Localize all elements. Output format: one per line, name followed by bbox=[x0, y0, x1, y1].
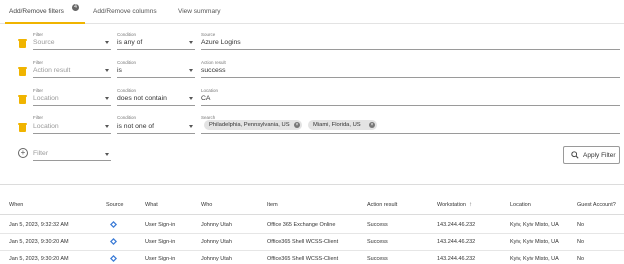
tab-add-remove-columns[interactable]: Add/Remove columns bbox=[93, 8, 157, 15]
column-header-guest-account[interactable]: Guest Account? bbox=[577, 202, 616, 208]
filter-row: Filter Location Condition is not one of … bbox=[0, 115, 624, 141]
azure-icon bbox=[110, 221, 117, 228]
delete-filter-icon[interactable] bbox=[18, 95, 27, 104]
filter-field-select[interactable]: Filter Location bbox=[33, 115, 111, 134]
condition-select[interactable]: Condition does not contain bbox=[117, 88, 195, 106]
azure-icon bbox=[110, 238, 117, 245]
plus-icon[interactable]: + bbox=[18, 148, 28, 158]
chevron-down-icon bbox=[189, 125, 193, 128]
active-tab-indicator bbox=[5, 22, 85, 24]
location-search-input[interactable]: Search Philadelphia, Pennsylvania, US × … bbox=[201, 115, 620, 134]
filter-row: Filter Location Condition does not conta… bbox=[0, 88, 624, 114]
tab-add-remove-filters[interactable]: Add/Remove filters bbox=[9, 8, 64, 15]
tab-view-summary[interactable]: View summary bbox=[178, 8, 221, 15]
chevron-down-icon bbox=[105, 69, 109, 72]
apply-filter-button[interactable]: Apply Filter bbox=[563, 146, 620, 164]
remove-chip-icon[interactable]: × bbox=[369, 122, 375, 128]
location-chip[interactable]: Miami, Florida, US × bbox=[308, 120, 377, 130]
chevron-down-icon bbox=[105, 153, 109, 156]
filter-field-select[interactable]: Filter Source bbox=[33, 32, 111, 50]
delete-filter-icon[interactable] bbox=[18, 123, 27, 132]
column-header-what[interactable]: What bbox=[145, 202, 158, 208]
filter-field-select[interactable]: Filter Location bbox=[33, 88, 111, 106]
chevron-down-icon bbox=[105, 97, 109, 100]
search-icon bbox=[571, 151, 579, 159]
remove-chip-icon[interactable]: × bbox=[294, 122, 300, 128]
filter-row: Filter Source Condition is any of Source… bbox=[0, 32, 624, 58]
column-header-workstation[interactable]: Workstation ↑ bbox=[437, 202, 472, 208]
chevron-down-icon bbox=[189, 97, 193, 100]
filter-value-input[interactable]: Source Azure Logins bbox=[201, 32, 620, 50]
chevron-down-icon bbox=[189, 69, 193, 72]
location-chip[interactable]: Philadelphia, Pennsylvania, US × bbox=[204, 120, 302, 130]
condition-select[interactable]: Condition is bbox=[117, 60, 195, 78]
column-header-who[interactable]: Who bbox=[201, 202, 212, 208]
chevron-down-icon bbox=[105, 125, 109, 128]
filter-value-input[interactable]: Location CA bbox=[201, 88, 620, 106]
filter-row: Filter Action result Condition is Action… bbox=[0, 60, 624, 86]
column-header-source[interactable]: Source bbox=[106, 202, 123, 208]
chevron-down-icon bbox=[189, 41, 193, 44]
column-header-action-result[interactable]: Action result bbox=[367, 202, 397, 208]
delete-filter-icon[interactable] bbox=[18, 67, 27, 76]
filter-field-select[interactable]: Filter Action result bbox=[33, 60, 111, 78]
sort-ascending-icon: ↑ bbox=[468, 202, 472, 208]
filter-value-input[interactable]: Action result success bbox=[201, 60, 620, 78]
azure-icon bbox=[110, 255, 117, 262]
new-filter-select[interactable]: Filter bbox=[33, 149, 111, 161]
column-header-item[interactable]: Item bbox=[267, 202, 278, 208]
tab-bar: Add/Remove filters 4 Add/Remove columns … bbox=[0, 0, 624, 24]
section-divider bbox=[0, 184, 624, 185]
chevron-down-icon bbox=[105, 41, 109, 44]
column-header-location[interactable]: Location bbox=[510, 202, 531, 208]
filter-count-badge: 4 bbox=[72, 4, 79, 11]
condition-select[interactable]: Condition is not one of bbox=[117, 115, 195, 134]
delete-filter-icon[interactable] bbox=[18, 39, 27, 48]
column-header-when[interactable]: When bbox=[9, 202, 23, 208]
condition-select[interactable]: Condition is any of bbox=[117, 32, 195, 50]
